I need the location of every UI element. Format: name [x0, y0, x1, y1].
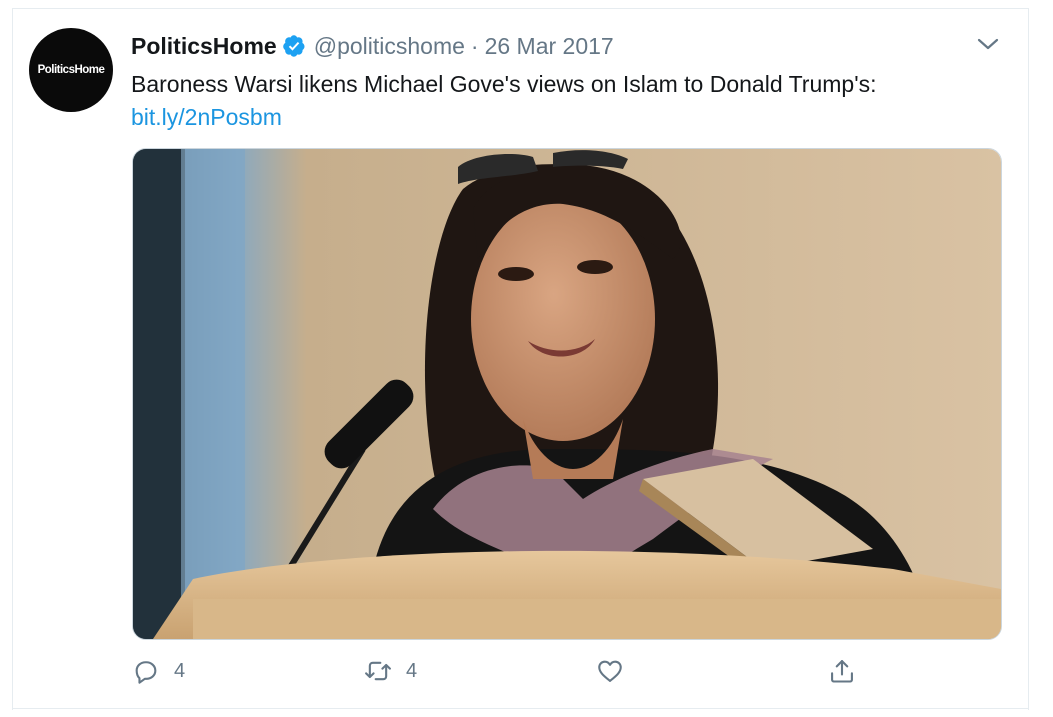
author-name[interactable]: PoliticsHome [131, 33, 277, 60]
retweet-count: 4 [406, 659, 418, 682]
retweet-icon [365, 661, 391, 681]
like-button[interactable] [596, 657, 624, 685]
avatar[interactable]: PoliticsHome [29, 28, 113, 112]
heart-icon [598, 660, 622, 682]
share-icon [831, 660, 853, 683]
reply-count: 4 [174, 659, 186, 682]
chevron-down-icon[interactable] [976, 34, 1000, 54]
retweet-button[interactable]: 4 [364, 657, 417, 685]
tweet-header: PoliticsHome @politicshome · 26 Mar 2017 [131, 30, 614, 62]
separator-dot: · [470, 32, 479, 59]
avatar-logo-text: PoliticsHome [37, 64, 105, 76]
share-button[interactable] [828, 657, 856, 685]
tweet-link[interactable]: bit.ly/2nPosbm [131, 101, 282, 133]
tweet-text: Baroness Warsi likens Michael Gove's vie… [131, 71, 877, 97]
reply-button[interactable]: 4 [132, 657, 185, 685]
reply-icon [135, 661, 157, 684]
verified-badge-icon [282, 35, 305, 57]
photo-illustration [133, 149, 1001, 639]
tweet-date[interactable]: 26 Mar 2017 [485, 33, 614, 60]
author-handle[interactable]: @politicshome [314, 33, 465, 60]
tweet-divider [12, 708, 1028, 709]
tweet-photo[interactable] [132, 148, 1002, 640]
action-bar: 4 4 [0, 655, 1053, 695]
